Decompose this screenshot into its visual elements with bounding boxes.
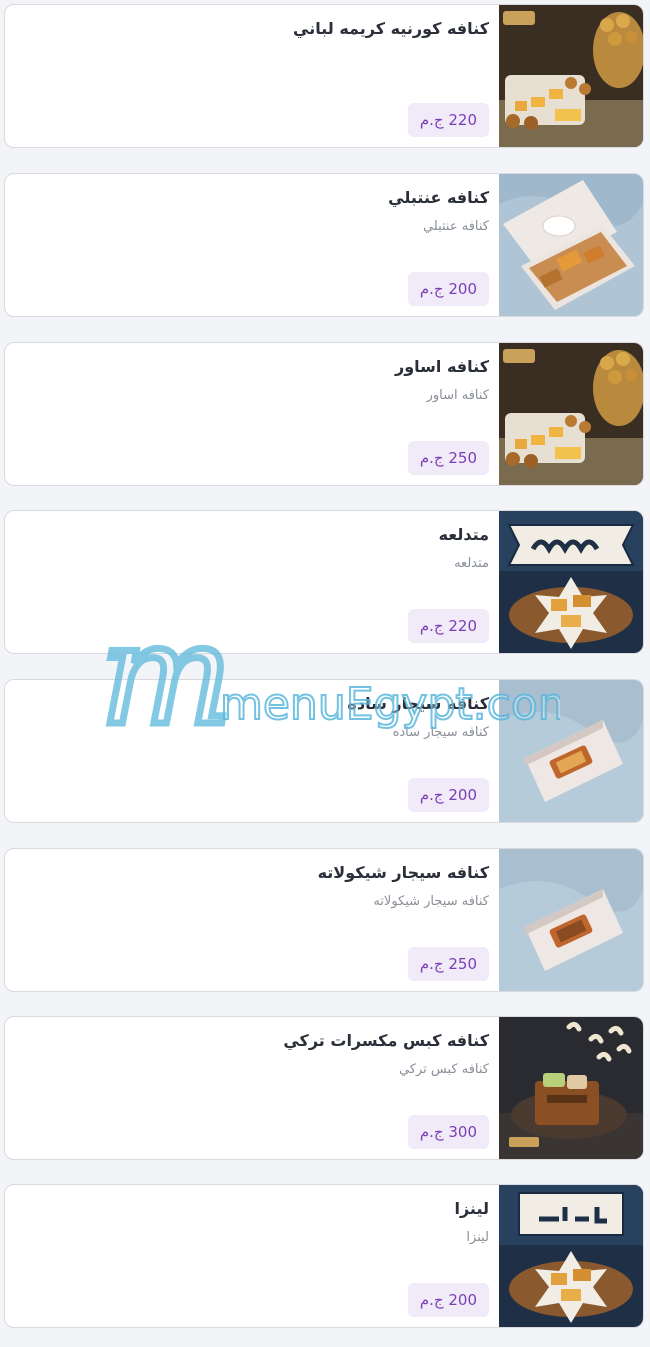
pastry-tray-image-art xyxy=(499,343,643,485)
item-description: متدلعه xyxy=(454,556,489,571)
menu-item-list: كنافه كورنيه كريمه لباني 220 ج.م كنافه ع… xyxy=(0,0,650,1347)
item-title: لينزا xyxy=(454,1199,489,1218)
closed-box-image[interactable] xyxy=(499,680,643,822)
price-badge: 200 ج.م xyxy=(407,778,489,812)
branded-platter-image[interactable] xyxy=(499,1185,643,1327)
item-title: كنافه سيجار شيكولاته xyxy=(317,863,489,882)
closed-box-image-art xyxy=(499,849,643,991)
menu-item-card[interactable]: كنافه كبس مكسرات تركي كنافه كبس تركي 300… xyxy=(4,1016,644,1160)
menu-item-card[interactable]: كنافه سيجار ساده كنافه سيجار ساده 200 ج.… xyxy=(4,679,644,823)
open-box-image[interactable] xyxy=(499,174,643,316)
item-title: كنافه عنتبلي xyxy=(388,188,489,207)
price-badge: 200 ج.م xyxy=(407,1283,489,1317)
item-title: كنافه كورنيه كريمه لباني xyxy=(293,19,489,38)
nut-pastry-image-art xyxy=(499,1017,643,1159)
item-title: متدلعه xyxy=(438,525,489,544)
price-badge: 300 ج.م xyxy=(407,1115,489,1149)
open-box-image-art xyxy=(499,174,643,316)
price-badge: 200 ج.م xyxy=(407,272,489,306)
item-title: كنافه سيجار ساده xyxy=(347,694,489,713)
pastry-tray-image[interactable] xyxy=(499,343,643,485)
price-badge: 220 ج.م xyxy=(407,609,489,643)
pastry-tray-image-art xyxy=(499,5,643,147)
price-badge: 220 ج.م xyxy=(407,103,489,137)
item-title: كنافه اساور xyxy=(395,357,489,376)
branded-platter-image[interactable] xyxy=(499,511,643,653)
closed-box-image[interactable] xyxy=(499,849,643,991)
menu-item-card[interactable]: كنافه سيجار شيكولاته كنافه سيجار شيكولات… xyxy=(4,848,644,992)
menu-item-card[interactable]: متدلعه متدلعه 220 ج.م xyxy=(4,510,644,654)
menu-item-card[interactable]: كنافه اساور كنافه اساور 250 ج.م xyxy=(4,342,644,486)
closed-box-image-art xyxy=(499,680,643,822)
item-title: كنافه كبس مكسرات تركي xyxy=(283,1031,489,1050)
item-description: كنافه سيجار ساده xyxy=(392,725,489,740)
item-description: لينزا xyxy=(466,1230,489,1245)
item-description: كنافه سيجار شيكولاته xyxy=(373,894,489,909)
menu-item-card[interactable]: كنافه كورنيه كريمه لباني 220 ج.م xyxy=(4,4,644,148)
nut-pastry-image[interactable] xyxy=(499,1017,643,1159)
branded-platter-image-art xyxy=(499,1185,643,1327)
branded-platter-image-art xyxy=(499,511,643,653)
item-description: كنافه كبس تركي xyxy=(398,1062,489,1077)
menu-item-card[interactable]: كنافه عنتبلي كنافه عنتبلي 200 ج.م xyxy=(4,173,644,317)
price-badge: 250 ج.م xyxy=(407,441,489,475)
price-badge: 250 ج.م xyxy=(407,947,489,981)
menu-item-card[interactable]: لينزا لينزا 200 ج.م xyxy=(4,1184,644,1328)
item-description: كنافه عنتبلي xyxy=(422,219,489,234)
item-description: كنافه اساور xyxy=(426,388,489,403)
pastry-tray-image[interactable] xyxy=(499,5,643,147)
